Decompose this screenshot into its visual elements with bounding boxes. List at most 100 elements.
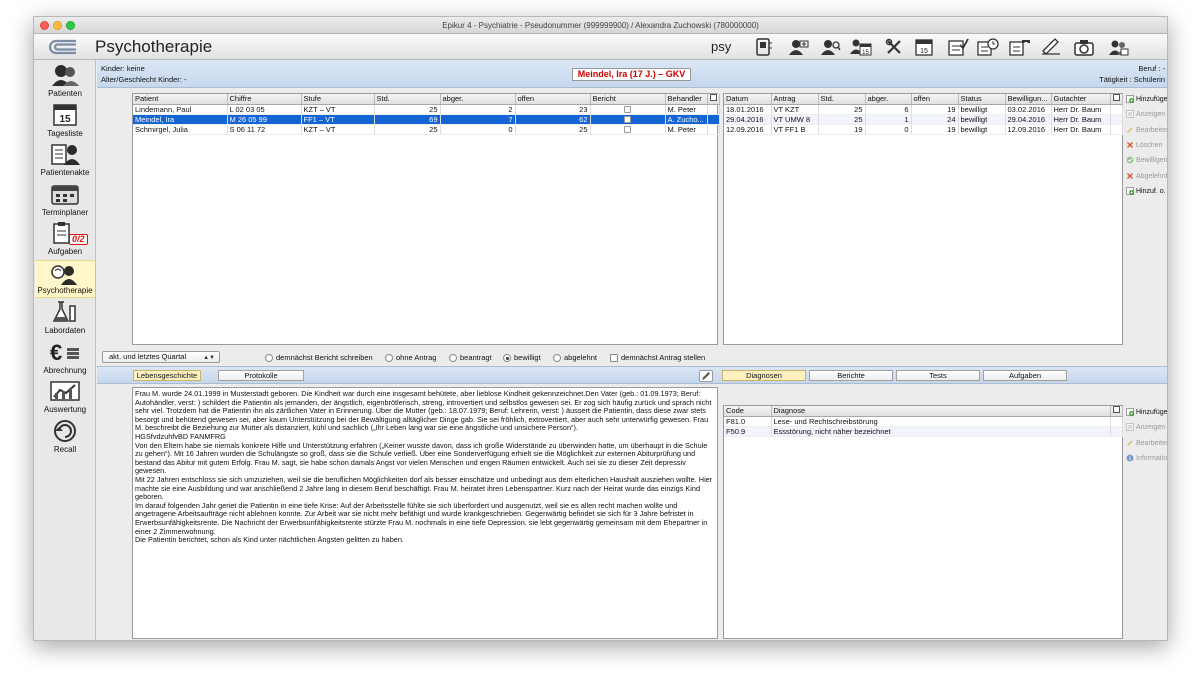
patient-add-icon[interactable]	[786, 36, 810, 58]
column-header[interactable]: offen	[911, 94, 959, 105]
tab-aufgaben[interactable]: Aufgaben	[983, 370, 1067, 381]
abgelehnt-button[interactable]: Abgelehnt	[1126, 172, 1167, 184]
information-button[interactable]: Information	[1126, 454, 1168, 466]
report-checkbox[interactable]	[624, 126, 631, 133]
sidebar-item-terminplaner[interactable]: Terminplaner	[35, 181, 95, 219]
sidebar-item-psychotherapie[interactable]: Psychotherapie	[35, 259, 95, 298]
column-header[interactable]: Datum	[724, 94, 772, 105]
tab-berichte[interactable]: Berichte	[809, 370, 893, 381]
life-history-text[interactable]: Frau M. wurde 24.01.1999 in Musterstadt …	[132, 387, 718, 639]
radio-bewilligt[interactable]: bewilligt	[503, 353, 541, 363]
columns-icon	[1112, 406, 1120, 414]
table-row[interactable]: Lindemann, Paul L 02 03 05 KZT – VT 25 2 23 M.…	[133, 104, 720, 115]
apply-soon-checkbox[interactable]: demnächst Antrag stellen	[610, 353, 705, 363]
sidebar-item-patientenakte[interactable]: Patientenakte	[35, 141, 95, 179]
radio-demnächst-bericht-schreiben[interactable]: demnächst Bericht schreiben	[265, 353, 373, 363]
sign-icon[interactable]	[1039, 36, 1063, 58]
column-header[interactable]: Std.	[818, 94, 866, 105]
column-header[interactable]: Antrag	[771, 94, 819, 105]
action-label: Information	[1136, 454, 1168, 462]
report-checkbox[interactable]	[624, 106, 631, 113]
column-header[interactable]: Diagnose	[771, 406, 1111, 417]
column-header[interactable]: abger.	[440, 94, 516, 105]
close-window-button[interactable]	[40, 21, 49, 30]
anzeigen-button[interactable]: Anzeigen	[1126, 423, 1167, 435]
löschen-button[interactable]: Löschen	[1126, 141, 1167, 153]
column-header[interactable]: Gutachter	[1051, 94, 1111, 105]
patient-search-icon[interactable]	[818, 36, 842, 58]
sidebar-item-recall[interactable]: Recall	[35, 418, 95, 456]
phone-book-icon[interactable]	[752, 36, 776, 58]
column-chooser-button[interactable]	[707, 94, 720, 105]
clock-list-icon[interactable]	[976, 36, 1000, 58]
table-row[interactable]: 12.09.2016 VT FF1 B 19 0 19 bewilligt 12.09.20…	[724, 124, 1123, 135]
sidebar-item-patienten[interactable]: Patienten	[35, 62, 95, 100]
phone-list-icon[interactable]	[1008, 36, 1032, 58]
radio-label: abgelehnt	[564, 353, 597, 362]
camera-icon[interactable]	[1072, 36, 1096, 58]
table-row[interactable]: F50.9 Essstörung, nicht näher bezeichnet	[724, 426, 1123, 437]
bearbeiten-button[interactable]: Bearbeiten	[1126, 439, 1167, 451]
radio-ohne-antrag[interactable]: ohne Antrag	[385, 353, 436, 363]
cell-bewilligung: 12.09.2016	[1005, 124, 1052, 135]
hinzufügen-button[interactable]: Hinzufügen	[1126, 95, 1167, 107]
tab-diagnosen[interactable]: Diagnosen	[722, 370, 806, 381]
report-checkbox[interactable]	[624, 116, 631, 123]
selected-patient-chip[interactable]: Meindel, Ira (17 J.) – GKV	[572, 68, 691, 81]
column-header[interactable]: Chiffre	[227, 94, 302, 105]
users-icon[interactable]	[1106, 36, 1130, 58]
column-header[interactable]: abger.	[865, 94, 912, 105]
column-header[interactable]: Status	[958, 94, 1006, 105]
edit-text-button[interactable]	[699, 370, 713, 382]
table-row[interactable]: 18.01.2016 VT KZT 25 6 19 bewilligt 03.02.2016…	[724, 104, 1123, 115]
table-row[interactable]: 29.04.2016 VT UMW 8 25 1 24 bewilligt 29.04.20…	[724, 114, 1123, 125]
sidebar-item-tagesliste[interactable]: 15 Tagesliste	[35, 102, 95, 140]
column-header[interactable]: Std.	[374, 94, 441, 105]
tools-icon[interactable]	[883, 36, 907, 58]
view-icon	[1126, 110, 1134, 119]
radio-beantragt[interactable]: beantragt	[449, 353, 492, 363]
anzeigen-button[interactable]: Anzeigen	[1126, 110, 1167, 122]
report-cell[interactable]	[590, 114, 666, 125]
table-row[interactable]: F81.0 Lese- und Rechtschreibstörung	[724, 416, 1123, 427]
maximize-window-button[interactable]	[66, 21, 75, 30]
tab-protokolle[interactable]: Protokolle	[218, 370, 304, 381]
sidebar-item-labordaten[interactable]: Labordaten	[35, 299, 95, 337]
hinzufügen-button[interactable]: Hinzufügen	[1126, 408, 1167, 420]
sidebar-item-auswertung[interactable]: Auswertung	[35, 378, 95, 416]
calendar-15-icon[interactable]: 15	[912, 36, 936, 58]
bewilligen-button[interactable]: Bewilligen	[1126, 156, 1167, 168]
column-header[interactable]: Patient	[133, 94, 228, 105]
title-bar: Epikur 4 - Psychiatrie - Pseudonummer (9…	[34, 17, 1167, 34]
column-chooser-button[interactable]	[1110, 406, 1123, 417]
radio-abgelehnt[interactable]: abgelehnt	[553, 353, 597, 363]
tab-tests[interactable]: Tests	[896, 370, 980, 381]
column-header[interactable]: Behandler	[665, 94, 708, 105]
report-cell[interactable]	[590, 104, 666, 115]
table-row[interactable]: Schmirgel, Julia S 06 11 72 KZT – VT 25 0 25 M…	[133, 124, 720, 135]
minimize-window-button[interactable]	[53, 21, 62, 30]
occupation-info: Tätigkeit : Schülerin	[1099, 75, 1165, 84]
tab-lebensgeschichte[interactable]: Lebensgeschichte	[133, 370, 201, 381]
column-header[interactable]: Bericht	[590, 94, 666, 105]
checklist-icon[interactable]	[946, 36, 970, 58]
day-list-icon: 15	[49, 103, 81, 127]
column-header[interactable]: Stufe	[301, 94, 375, 105]
sidebar-item-aufgaben[interactable]: 0/2 Aufgaben	[35, 220, 95, 258]
sidebar: Patienten 15 Tagesliste Patientenakte Termin…	[34, 60, 96, 640]
bearbeiten-button[interactable]: Bearbeiten	[1126, 126, 1167, 138]
recall-icon	[49, 419, 81, 443]
calendar-patient-icon[interactable]: 15	[849, 36, 873, 58]
svg-text:15: 15	[59, 114, 71, 125]
hinzuf-o-ausdruck-button[interactable]: Hinzuf. o. Ausdruck	[1126, 186, 1167, 199]
column-header[interactable]: Code	[724, 406, 772, 417]
column-header[interactable]: offen	[515, 94, 591, 105]
table-row[interactable]: Meindel, Ira M 26 05 99 FF1 – VT 69 7 62 A. Zu…	[133, 114, 720, 125]
column-header[interactable]: Bewilligun...	[1005, 94, 1052, 105]
column-chooser-button[interactable]	[1110, 94, 1123, 105]
cell-stufe: FF1 – VT	[301, 114, 375, 125]
cell-spacer	[1110, 416, 1123, 427]
report-cell[interactable]	[590, 124, 666, 135]
quarter-select[interactable]: akt. und letztes Quartal ▲▼	[102, 351, 220, 363]
sidebar-item-abrechnung[interactable]: € Abrechnung	[35, 339, 95, 377]
